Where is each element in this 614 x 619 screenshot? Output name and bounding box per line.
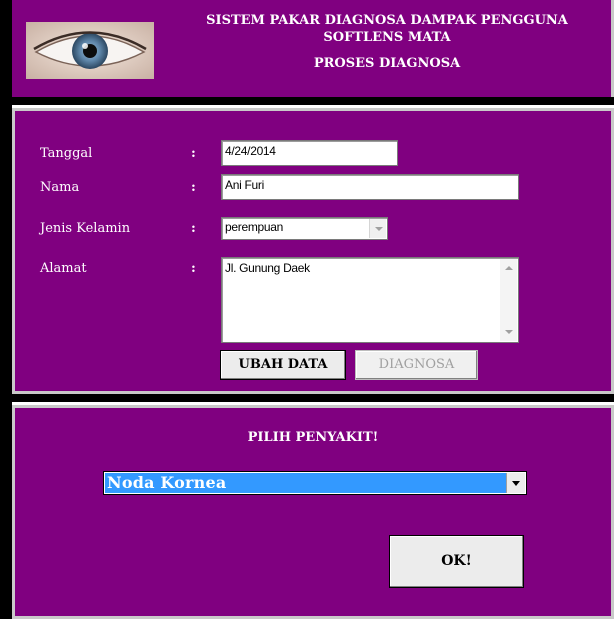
app-title-line1: SISTEM PAKAR DIAGNOSA DAMPAK PENGGUNA	[206, 13, 568, 28]
alamat-label: Alamat	[40, 261, 87, 276]
pilih-penyakit-heading: PILIH PENYAKIT!	[247, 430, 379, 445]
jenis-kelamin-value: perempuan	[225, 220, 284, 234]
tanggal-label: Tanggal	[40, 146, 93, 161]
ok-button[interactable]: OK!	[389, 535, 524, 588]
separator	[12, 97, 614, 105]
eye-image	[26, 22, 154, 79]
scroll-down-icon[interactable]	[505, 330, 513, 334]
header-panel: SISTEM PAKAR DIAGNOSA DAMPAK PENGGUNA SO…	[12, 0, 614, 97]
tanggal-field[interactable]: 4/24/2014	[221, 140, 398, 166]
nama-label: Nama	[40, 180, 80, 195]
penyakit-select[interactable]: Noda Kornea	[103, 471, 527, 495]
alamat-textarea[interactable]: Jl. Gunung Daek	[221, 257, 519, 343]
chevron-down-icon[interactable]	[506, 473, 525, 493]
alamat-value: Jl. Gunung Daek	[225, 261, 310, 275]
penyakit-selected-value: Noda Kornea	[105, 473, 506, 493]
header-titles: SISTEM PAKAR DIAGNOSA DAMPAK PENGGUNA SO…	[160, 12, 614, 72]
ubah-data-button[interactable]: UBAH DATA	[220, 350, 346, 380]
separator	[12, 394, 614, 402]
chevron-down-icon[interactable]	[369, 219, 386, 238]
alamat-colon: :	[191, 261, 196, 276]
tanggal-colon: :	[191, 146, 196, 161]
page-subtitle: PROSES DIAGNOSA	[313, 56, 461, 71]
alamat-scrollbar[interactable]	[500, 259, 517, 341]
patient-form-panel: Tanggal : 4/24/2014 Nama : Ani Furi Jeni…	[12, 108, 614, 394]
jenis-kelamin-label: Jenis Kelamin	[40, 221, 131, 236]
scroll-up-icon[interactable]	[505, 266, 513, 270]
nama-field[interactable]: Ani Furi	[221, 174, 519, 200]
nama-colon: :	[191, 180, 196, 195]
diagnosa-button[interactable]: DIAGNOSA	[355, 350, 478, 380]
jenis-kelamin-colon: :	[191, 221, 196, 236]
left-border	[0, 0, 12, 619]
app-title-line2: SOFTLENS MATA	[323, 30, 451, 45]
eye-icon	[26, 22, 154, 79]
jenis-kelamin-select[interactable]: perempuan	[221, 217, 388, 240]
app-window: SISTEM PAKAR DIAGNOSA DAMPAK PENGGUNA SO…	[0, 0, 614, 619]
disease-panel: PILIH PENYAKIT! Noda Kornea OK!	[12, 405, 614, 619]
